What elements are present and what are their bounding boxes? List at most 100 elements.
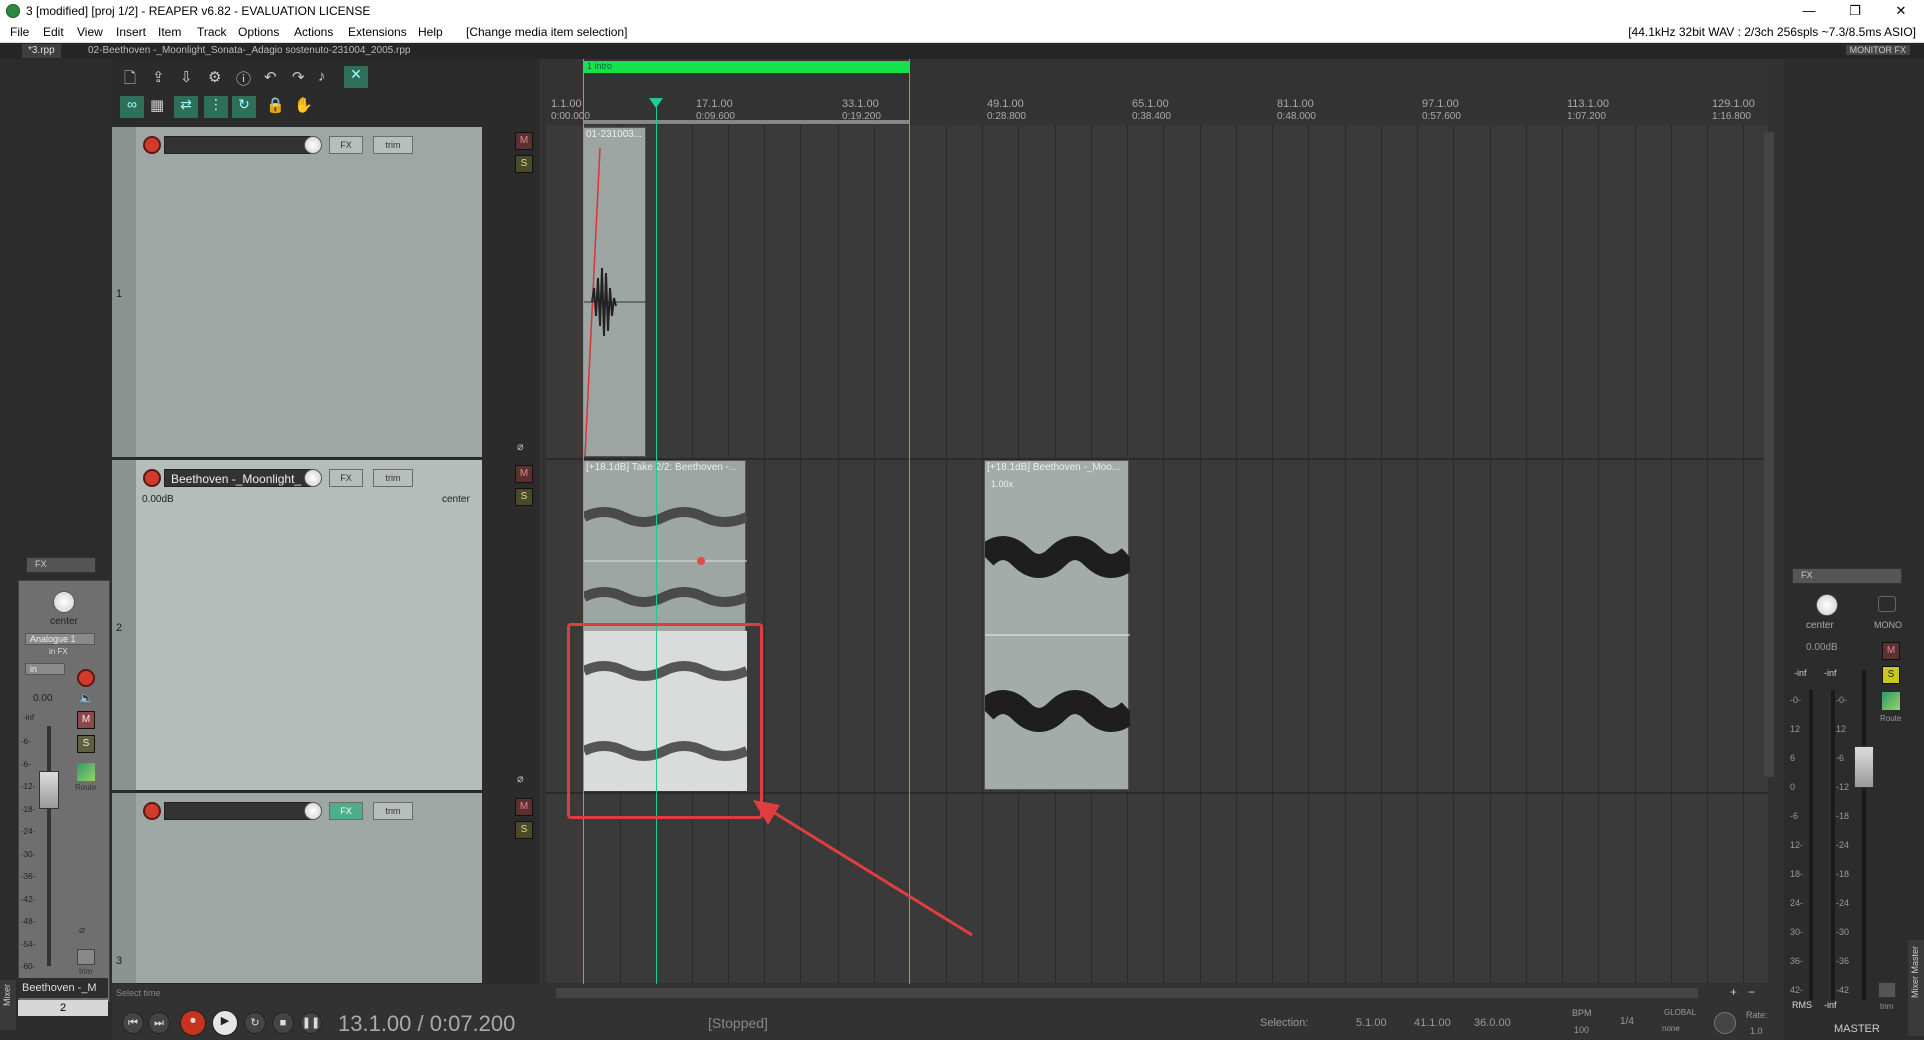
rate-value[interactable]: 1.0 [1750,1026,1763,1036]
track-1-trim-button[interactable]: trim [373,136,413,154]
save-project-icon[interactable]: ⇩ [180,68,193,86]
track-1-phase-icon[interactable]: ⌀ [517,440,524,453]
master-route-icon[interactable] [1882,692,1900,710]
pause-button[interactable]: ❚❚ [300,1012,322,1034]
horizontal-scrollbar[interactable] [556,988,1698,998]
track-1-name-field[interactable] [164,136,314,154]
bpm-value[interactable]: 100 [1574,1025,1589,1035]
menu-view[interactable]: View [77,25,103,39]
track-3-volume-knob[interactable] [304,802,322,820]
track-2-solo-button[interactable]: S [515,488,533,506]
master-trim-icon[interactable] [1878,982,1896,998]
master-dock-tab[interactable]: Mixer Master [1908,940,1924,1036]
route-icon[interactable] [77,763,95,781]
left-mute-button[interactable]: M [77,711,95,729]
zoom-out-icon[interactable]: − [1748,985,1755,999]
go-to-end-button[interactable]: ⏭ [148,1012,170,1034]
menu-item[interactable]: Item [158,25,181,39]
region-intro[interactable]: 1 intro [583,61,909,73]
master-mute-button[interactable]: M [1882,642,1900,660]
snap-icon[interactable]: ⇄ [174,96,198,118]
hand-icon[interactable]: ✋ [294,96,313,114]
info-icon[interactable]: ⓘ [236,68,251,89]
transport-position[interactable]: 13.1.00 / 0:07.200 [338,1011,515,1037]
track-2-name-field[interactable]: Beethoven -_Moonlight_ [164,469,314,487]
menu-actions[interactable]: Actions [294,25,333,39]
track-1-fx-button[interactable]: FX [329,136,363,154]
left-fx-button[interactable]: FX [26,557,96,573]
track-3-trim-button[interactable]: trim [373,802,413,820]
selection-start[interactable]: 5.1.00 [1356,1017,1387,1029]
stop-button[interactable]: ■ [272,1012,294,1034]
playrate-knob[interactable] [1714,1012,1736,1034]
track-1-panel[interactable]: FX trim [136,127,482,458]
master-pan-knob[interactable] [1816,594,1838,616]
media-item-track1[interactable]: 01-231003... [583,127,647,457]
track-2-phase-icon[interactable]: ⌀ [517,772,524,785]
menu-help[interactable]: Help [418,25,443,39]
master-solo-button[interactable]: S [1882,666,1900,684]
grid-icon[interactable]: ▦ [150,96,164,114]
track-3-mute-button[interactable]: M [515,798,533,816]
track-3-name-field[interactable] [164,802,314,820]
speaker-icon[interactable]: 🔈 [79,691,94,705]
track-1-volume-knob[interactable] [304,136,322,154]
track-3-record-arm-button[interactable] [143,802,161,820]
menu-track[interactable]: Track [197,25,227,39]
loop-icon[interactable]: ↻ [232,96,256,118]
track-1-record-arm-button[interactable] [143,136,161,154]
play-button[interactable]: ▶ [212,1010,238,1036]
master-volume-fader[interactable] [1854,746,1874,788]
menu-options[interactable]: Options [238,25,279,39]
lock-icon[interactable]: 🔒 [266,96,285,114]
time-signature[interactable]: 1/4 [1620,1016,1634,1027]
vertical-scrollbar[interactable] [1764,132,1774,777]
selection-end[interactable]: 41.1.00 [1414,1017,1451,1029]
left-record-arm-button[interactable] [77,669,95,687]
left-track-name[interactable]: Beethoven -_M [18,978,108,998]
zoom-in-icon[interactable]: + [1730,985,1737,999]
tab-second-project[interactable]: 02-Beethoven -_Moonlight_Sonata-_Adagio … [82,44,416,58]
left-solo-button[interactable]: S [77,735,95,753]
loop-button[interactable]: ↻ [244,1012,266,1034]
track-2-mute-button[interactable]: M [515,465,533,483]
phase-icon[interactable]: ⌀ [79,925,85,936]
record-button[interactable]: ⏺ [180,1010,206,1036]
left-input-select[interactable]: Analogue 1 [25,633,95,645]
go-to-start-button[interactable]: ⏮ [122,1012,144,1034]
track-2-record-arm-button[interactable] [143,469,161,487]
left-monitor-select[interactable]: in [25,663,65,675]
menu-edit[interactable]: Edit [43,25,64,39]
track-2-panel[interactable]: Beethoven -_Moonlight_ FX trim 0.00dB ce… [136,460,482,791]
media-item-track2-b[interactable]: [+18.1dB] Beethoven -_Moo... 1.00x [984,460,1130,790]
left-volume-fader[interactable] [39,771,59,809]
project-settings-icon[interactable]: ⚙ [208,68,221,86]
master-mono-toggle[interactable] [1878,596,1896,612]
undo-icon[interactable]: ↶ [264,68,277,86]
close-button[interactable]: ✕ [1878,0,1924,22]
menu-file[interactable]: File [10,25,29,39]
menu-insert[interactable]: Insert [116,25,146,39]
monitor-fx-button[interactable]: MONITOR FX [1845,45,1910,55]
left-pan-knob[interactable] [53,591,75,613]
track-2-trim-button[interactable]: trim [373,469,413,487]
track-1-mute-button[interactable]: M [515,132,533,150]
track-3-panel[interactable]: FX trim [136,793,482,984]
redo-icon[interactable]: ↷ [292,68,305,86]
auto-crossfade-icon[interactable]: ∞ [120,96,144,118]
track-2-fx-button[interactable]: FX [329,469,363,487]
selection-length[interactable]: 36.0.00 [1474,1017,1511,1029]
menu-extensions[interactable]: Extensions [348,25,407,39]
minimize-button[interactable]: — [1786,0,1832,22]
global-automation-value[interactable]: none [1662,1024,1680,1033]
audio-status[interactable]: [44.1kHz 32bit WAV : 2/3ch 256spls ~7.3/… [1628,25,1916,39]
master-fx-button[interactable]: FX [1792,568,1902,584]
metronome-icon[interactable]: ♪ [318,68,326,85]
grid-lines-icon[interactable]: ⋮ [204,96,228,118]
track-3-solo-button[interactable]: S [515,821,533,839]
tab-active-project[interactable]: *3.rpp [22,44,61,58]
track-1-solo-button[interactable]: S [515,155,533,173]
new-project-icon[interactable]: 🗋 [124,68,136,93]
open-project-icon[interactable]: ⇪ [152,68,165,86]
track-2-volume-knob[interactable] [304,469,322,487]
